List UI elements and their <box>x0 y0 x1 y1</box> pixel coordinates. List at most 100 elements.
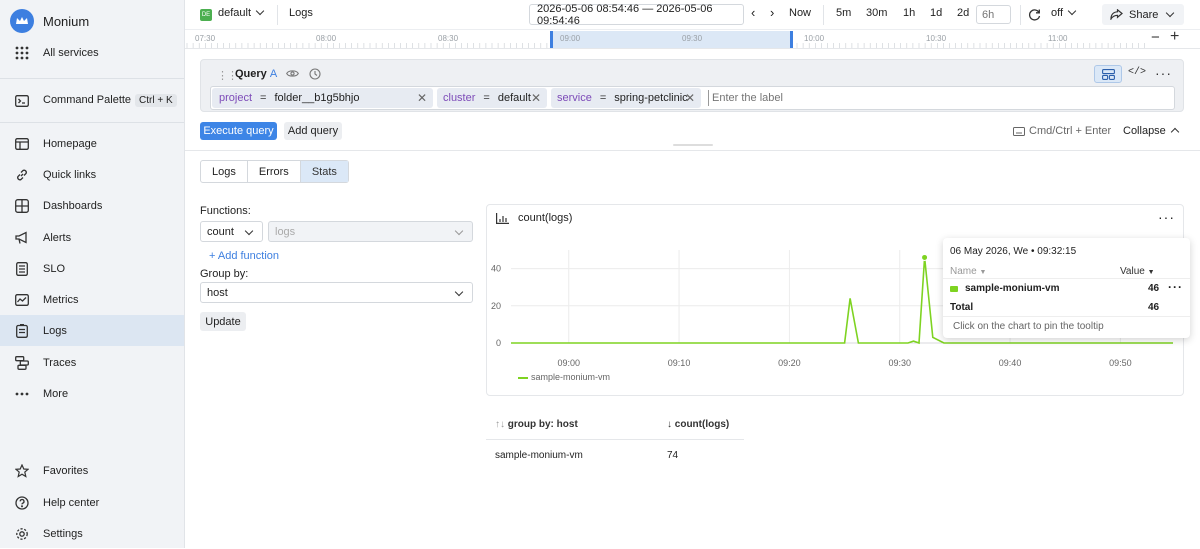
query-menu-dots-icon[interactable]: ··· <box>1155 65 1172 81</box>
tooltip-series-name: sample-monium-vm <box>965 283 1060 294</box>
brand[interactable]: Monium <box>0 6 184 37</box>
column-header-count[interactable]: ↓ count(logs) <box>667 419 729 430</box>
x-tick-label: 09:50 <box>1109 358 1132 368</box>
traces-icon <box>14 355 30 371</box>
query-card: ⋮⋮ Query A </> ··· project = folder__b1g5b… <box>200 59 1184 112</box>
sidebar-item-slo[interactable]: SLO <box>0 253 184 284</box>
refresh-icon[interactable] <box>1028 8 1041 24</box>
time-forward-button[interactable]: › <box>770 5 774 20</box>
update-button[interactable]: Update <box>200 312 246 331</box>
sidebar-item-label: Traces <box>43 356 77 369</box>
tooltip-row-menu-icon[interactable]: ··· <box>1168 280 1183 294</box>
collapse-button[interactable]: Collapse <box>1123 125 1180 137</box>
group-by-select[interactable]: host <box>200 282 473 303</box>
tab-logs[interactable]: Logs <box>201 161 248 182</box>
sidebar-item-label: Homepage <box>43 137 97 150</box>
function-select[interactable]: count <box>200 221 263 242</box>
terminal-icon <box>14 93 30 109</box>
sidebar-item-settings[interactable]: Settings <box>0 518 184 549</box>
x-tick-label: 09:40 <box>999 358 1022 368</box>
column-header-host[interactable]: ↑↓ group by: host <box>495 419 578 430</box>
add-query-button[interactable]: Add query <box>284 122 342 140</box>
divider <box>1020 5 1021 25</box>
refresh-interval-select[interactable]: off <box>1051 6 1077 19</box>
divider <box>0 78 184 79</box>
zoom-out-button[interactable]: − <box>1151 29 1160 46</box>
remove-chip-icon[interactable]: ✕ <box>685 91 695 105</box>
remove-chip-icon[interactable]: ✕ <box>417 91 427 105</box>
time-back-button[interactable]: ‹ <box>751 5 755 20</box>
execute-query-button[interactable]: Execute query <box>200 122 277 140</box>
sidebar: Monium All services Command Palette Ctrl … <box>0 0 185 548</box>
sidebar-item-traces[interactable]: Traces <box>0 347 184 378</box>
resize-handle[interactable] <box>673 144 713 146</box>
project-selector[interactable]: default <box>218 6 265 19</box>
sidebar-item-metrics[interactable]: Metrics <box>0 284 184 315</box>
table-row[interactable]: sample-monium-vm 74 <box>486 442 744 470</box>
timeline-tick: 09:00 <box>560 34 581 43</box>
shortcut-hint: Cmd/Ctrl + Enter <box>1013 125 1111 137</box>
eye-icon[interactable] <box>286 69 299 81</box>
sidebar-item-favorites[interactable]: Favorites <box>0 455 184 486</box>
add-function-link[interactable]: + Add function <box>209 250 279 262</box>
tooltip-hint: Click on the chart to pin the tooltip <box>953 321 1104 332</box>
preset-2d-button[interactable]: 2d <box>957 7 969 19</box>
timeline-ruler[interactable]: 07:30 08:00 08:30 09:00 09:30 10:00 10:3… <box>185 28 1200 49</box>
timeline-tick: 07:30 <box>195 34 216 43</box>
label-input[interactable] <box>708 90 1008 106</box>
all-services-item[interactable]: All services <box>0 37 184 68</box>
sidebar-item-dashboards[interactable]: Dashboards <box>0 190 184 221</box>
legend-swatch <box>518 377 528 379</box>
custom-range-input[interactable] <box>976 5 1011 24</box>
sidebar-item-alerts[interactable]: Alerts <box>0 222 184 253</box>
divider <box>823 5 824 25</box>
timeline-tick: 11:00 <box>1048 34 1068 43</box>
megaphone-icon <box>14 230 30 246</box>
selection-end-handle[interactable] <box>790 31 793 48</box>
divider <box>943 278 1190 279</box>
sidebar-item-help-center[interactable]: Help center <box>0 487 184 518</box>
now-button[interactable]: Now <box>789 7 811 19</box>
preset-5m-button[interactable]: 5m <box>836 7 851 19</box>
tooltip-value-column[interactable]: Value ▼ <box>1120 266 1155 277</box>
code-mode-button[interactable]: </> <box>1128 67 1146 78</box>
help-icon <box>14 495 30 511</box>
filter-chip-service[interactable]: service = spring-petclinic ✕ <box>551 88 701 108</box>
sidebar-item-logs[interactable]: Logs <box>0 315 184 346</box>
cell-host: sample-monium-vm <box>495 450 583 461</box>
sidebar-item-homepage[interactable]: Homepage <box>0 128 184 159</box>
history-icon[interactable] <box>309 68 321 83</box>
time-range-input[interactable]: 2026-05-06 08:54:46 — 2026-05-06 09:54:4… <box>529 3 744 27</box>
filter-chip-project[interactable]: project = folder__b1g5bhjo ✕ <box>212 88 433 108</box>
zoom-in-button[interactable]: + <box>1170 28 1179 46</box>
command-palette-item[interactable]: Command Palette Ctrl + K <box>0 85 184 116</box>
tab-errors[interactable]: Errors <box>248 161 301 182</box>
builder-mode-button[interactable] <box>1094 65 1122 83</box>
selection-start-handle[interactable] <box>550 31 553 48</box>
timeline-tick: 10:00 <box>804 34 825 43</box>
preset-1d-button[interactable]: 1d <box>930 7 942 19</box>
remove-chip-icon[interactable]: ✕ <box>531 91 541 105</box>
link-icon <box>14 167 30 183</box>
tooltip-header: 06 May 2026, We • 09:32:15 <box>950 246 1077 257</box>
x-tick-label: 09:00 <box>557 358 580 368</box>
sidebar-item-more[interactable]: More <box>0 378 184 409</box>
tooltip-name-column[interactable]: Name ▼ <box>950 266 986 277</box>
filter-chip-cluster[interactable]: cluster = default ✕ <box>437 88 547 108</box>
page-title: Logs <box>289 7 313 19</box>
sidebar-item-quick-links[interactable]: Quick links <box>0 159 184 190</box>
timeline-tick: 10:30 <box>926 34 947 43</box>
drag-handle-icon[interactable]: ⋮⋮ <box>217 69 238 82</box>
time-selection[interactable] <box>550 31 792 48</box>
functions-label: Functions: <box>200 205 251 217</box>
legend-label[interactable]: sample-monium-vm <box>531 372 610 382</box>
tab-stats[interactable]: Stats <box>300 161 348 182</box>
preset-1h-button[interactable]: 1h <box>903 7 915 19</box>
logs-icon <box>14 323 30 339</box>
top-bar: DE default Logs 2026-05-06 08:54:46 — 20… <box>185 0 1200 30</box>
field-select[interactable]: logs <box>268 221 473 242</box>
share-button[interactable]: Share <box>1102 4 1184 25</box>
timeline-tick: 08:00 <box>316 34 337 43</box>
keyboard-icon <box>1013 126 1025 136</box>
preset-30m-button[interactable]: 30m <box>866 7 887 19</box>
